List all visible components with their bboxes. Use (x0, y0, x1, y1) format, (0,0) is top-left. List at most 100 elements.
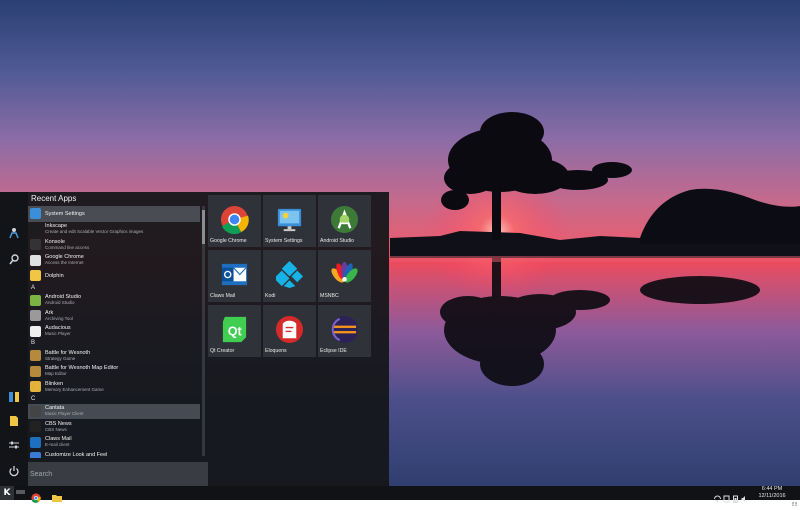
msnbc-icon (330, 260, 359, 289)
inkscape-icon (30, 224, 41, 235)
wesnoth-icon (30, 350, 41, 361)
chrome-icon (30, 255, 41, 266)
favorite-tile[interactable]: Google Chrome (208, 195, 261, 247)
favorite-tile[interactable]: Qt Qt Creator (208, 305, 261, 357)
qt-icon: Qt (220, 315, 249, 344)
application-launcher: Recent Apps System Settings InkscapeCreat… (0, 192, 389, 486)
app-description: Music Player Client (45, 411, 84, 417)
app-list-item[interactable]: BlinkenMemory Enhancement Game (28, 379, 200, 395)
clock[interactable]: 6:44 PM 12/11/2016 (752, 486, 792, 499)
app-description: Strategy Game (45, 356, 90, 362)
eclipse-icon (330, 315, 359, 344)
settings-icon (30, 208, 41, 219)
tile-label: Eloquens (265, 348, 287, 354)
favorite-tile[interactable]: Eloquens (263, 305, 316, 357)
clipboard-tray-icon[interactable] (723, 488, 730, 496)
app-name: Dolphin (45, 273, 64, 279)
app-list-item[interactable]: Battle for WesnothStrategy Game (28, 348, 200, 364)
app-description: Archiving Tool (45, 316, 73, 322)
app-name: System Settings (45, 211, 85, 217)
taskbar-folder-icon[interactable] (52, 488, 62, 498)
audacious-icon (30, 326, 41, 337)
app-list-item[interactable]: CantataMusic Player Client (28, 404, 200, 420)
app-list-scrollbar[interactable] (202, 206, 205, 456)
taskbar-chrome-icon[interactable] (31, 488, 41, 498)
app-list-pane: Recent Apps System Settings InkscapeCreat… (28, 192, 208, 486)
section-letter: B (28, 339, 200, 348)
office-icon[interactable] (7, 390, 21, 404)
app-description: Command line access (45, 245, 89, 251)
settings-sliders-icon[interactable] (7, 438, 21, 452)
app-description: Memory Enhancement Game (45, 387, 104, 393)
power-icon[interactable] (7, 464, 21, 478)
user-icon[interactable] (7, 226, 21, 240)
favorite-tile[interactable]: Claws Mail (208, 250, 261, 302)
clock-date: 12/11/2016 (752, 493, 792, 500)
mail-icon (30, 437, 41, 448)
launcher-sidebar (0, 192, 28, 486)
archive-icon (30, 310, 41, 321)
tile-label: System Settings (265, 238, 302, 244)
chrome-icon (220, 205, 249, 234)
tile-label: MSNBC (320, 293, 339, 299)
wesnoth-map-icon (30, 366, 41, 377)
favorite-tile[interactable]: Eclipse IDE (318, 305, 371, 357)
app-list-item[interactable]: KonsoleCommand line access (28, 237, 200, 253)
settings-icon (275, 205, 304, 234)
folder-icon (30, 270, 41, 281)
battery-tray-icon[interactable] (732, 488, 739, 496)
favorite-tile[interactable]: Android Studio (318, 195, 371, 247)
cantata-icon (30, 406, 41, 417)
app-list-item[interactable]: CBS NewsCBS News (28, 419, 200, 435)
eloquens-icon (275, 315, 304, 344)
app-description: CBS News (45, 427, 72, 433)
favorite-tile[interactable]: MSNBC (318, 250, 371, 302)
android-studio-icon (330, 205, 359, 234)
app-list-item[interactable]: Battle for Wesnoth Map EditorMap Editor (28, 364, 200, 380)
app-description: Access the Internet (45, 260, 84, 266)
tile-label: Kodi (265, 293, 275, 299)
favorite-tile[interactable]: System Settings (263, 195, 316, 247)
app-list-item[interactable]: System Settings (28, 206, 200, 222)
search-bar[interactable]: Search (28, 462, 208, 486)
tile-label: Qt Creator (210, 348, 234, 354)
app-description: Map Editor (45, 371, 118, 377)
app-description: Music Player (45, 331, 71, 337)
section-letter: A (28, 284, 200, 293)
search-placeholder: Search (30, 471, 52, 478)
app-list-item[interactable]: Dolphin (28, 268, 200, 284)
look-feel-icon (30, 452, 41, 458)
show-desktop-icon[interactable] (792, 491, 798, 495)
app-list-item[interactable]: Claws MailE-mail client (28, 435, 200, 451)
section-letter: C (28, 395, 200, 404)
scrollbar-thumb[interactable] (202, 210, 205, 244)
app-list-item[interactable]: AudaciousMusic Player (28, 324, 200, 340)
app-list-item[interactable]: InkscapeCreate and edit Scalable Vector … (28, 222, 200, 238)
tile-label: Google Chrome (210, 238, 247, 244)
app-list-item[interactable]: Customize Look and FeelCustomize Look an… (28, 450, 200, 458)
app-description: Android Studio (45, 300, 81, 306)
recent-apps-heading: Recent Apps (31, 194, 76, 203)
start-button[interactable]: K (0, 486, 14, 500)
network-tray-icon[interactable] (714, 488, 721, 496)
search-tool-icon[interactable] (7, 252, 21, 266)
tile-label: Android Studio (320, 238, 354, 244)
volume-tray-icon[interactable] (741, 488, 748, 496)
documents-icon[interactable] (7, 414, 21, 428)
app-list-item[interactable]: ArkArchiving Tool (28, 308, 200, 324)
terminal-icon (30, 239, 41, 250)
kodi-icon (275, 260, 304, 289)
taskbar: K 6:44 PM 12/11/2016 (0, 486, 800, 500)
svg-text:Qt: Qt (228, 324, 243, 338)
cbs-icon (30, 421, 41, 432)
app-list-item[interactable]: Android StudioAndroid Studio (28, 293, 200, 309)
mail-icon (220, 260, 249, 289)
blinken-icon (30, 381, 41, 392)
taskbar-terminal-icon[interactable] (16, 490, 25, 494)
tile-label: Claws Mail (210, 293, 235, 299)
tile-label: Eclipse IDE (320, 348, 347, 354)
app-description: Create and edit Scalable Vector Graphics… (45, 229, 143, 235)
favorite-tile[interactable]: Kodi (263, 250, 316, 302)
app-list: System Settings InkscapeCreate and edit S… (28, 206, 200, 458)
app-list-item[interactable]: Google ChromeAccess the Internet (28, 253, 200, 269)
